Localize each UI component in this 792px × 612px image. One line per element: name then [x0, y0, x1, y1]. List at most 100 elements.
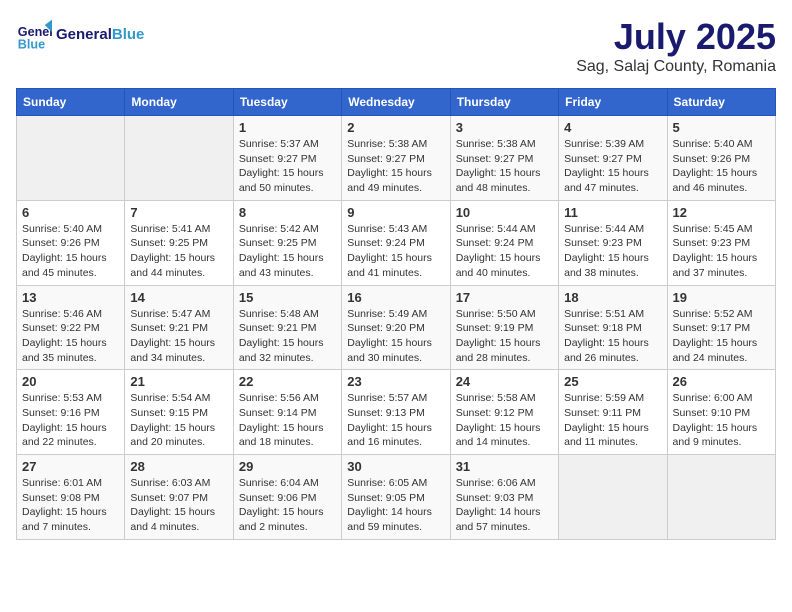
day-cell: 25 Sunrise: 5:59 AM Sunset: 9:11 PM Dayli…: [559, 370, 667, 455]
day-info: Sunrise: 5:41 AM Sunset: 9:25 PM Dayligh…: [130, 222, 227, 281]
header-row: SundayMondayTuesdayWednesdayThursdayFrid…: [17, 89, 776, 116]
day-cell: 23 Sunrise: 5:57 AM Sunset: 9:13 PM Dayli…: [342, 370, 450, 455]
day-number: 12: [673, 205, 770, 220]
day-info: Sunrise: 5:47 AM Sunset: 9:21 PM Dayligh…: [130, 307, 227, 366]
day-info: Sunrise: 5:37 AM Sunset: 9:27 PM Dayligh…: [239, 137, 336, 196]
day-cell: 19 Sunrise: 5:52 AM Sunset: 9:17 PM Dayli…: [667, 285, 775, 370]
day-cell: 24 Sunrise: 5:58 AM Sunset: 9:12 PM Dayli…: [450, 370, 558, 455]
day-cell: 21Sunrise: 5:54 AM Sunset: 9:15 PM Dayli…: [125, 370, 233, 455]
week-row-2: 6Sunrise: 5:40 AM Sunset: 9:26 PM Daylig…: [17, 200, 776, 285]
day-info: Sunrise: 5:38 AM Sunset: 9:27 PM Dayligh…: [347, 137, 444, 196]
day-number: 16: [347, 290, 444, 305]
day-number: 18: [564, 290, 661, 305]
day-info: Sunrise: 5:56 AM Sunset: 9:14 PM Dayligh…: [239, 391, 336, 450]
day-cell: 4 Sunrise: 5:39 AM Sunset: 9:27 PM Daylig…: [559, 116, 667, 201]
day-cell: 30 Sunrise: 6:05 AM Sunset: 9:05 PM Dayli…: [342, 455, 450, 540]
day-cell: 15Sunrise: 5:48 AM Sunset: 9:21 PM Dayli…: [233, 285, 341, 370]
day-info: Sunrise: 5:54 AM Sunset: 9:15 PM Dayligh…: [130, 391, 227, 450]
day-info: Sunrise: 5:57 AM Sunset: 9:13 PM Dayligh…: [347, 391, 444, 450]
day-info: Sunrise: 6:04 AM Sunset: 9:06 PM Dayligh…: [239, 476, 336, 535]
day-cell: 3Sunrise: 5:38 AM Sunset: 9:27 PM Daylig…: [450, 116, 558, 201]
header-cell-tuesday: Tuesday: [233, 89, 341, 116]
day-number: 11: [564, 205, 661, 220]
calendar-table: SundayMondayTuesdayWednesdayThursdayFrid…: [16, 88, 776, 540]
day-cell: [17, 116, 125, 201]
day-number: 26: [673, 374, 770, 389]
day-number: 6: [22, 205, 119, 220]
day-number: 29: [239, 459, 336, 474]
week-row-4: 20 Sunrise: 5:53 AM Sunset: 9:16 PM Dayli…: [17, 370, 776, 455]
day-cell: 9Sunrise: 5:43 AM Sunset: 9:24 PM Daylig…: [342, 200, 450, 285]
day-number: 17: [456, 290, 553, 305]
day-cell: 13Sunrise: 5:46 AM Sunset: 9:22 PM Dayli…: [17, 285, 125, 370]
day-info: Sunrise: 5:59 AM Sunset: 9:11 PM Dayligh…: [564, 391, 661, 450]
day-info: Sunrise: 5:40 AM Sunset: 9:26 PM Dayligh…: [673, 137, 770, 196]
day-cell: 22 Sunrise: 5:56 AM Sunset: 9:14 PM Dayli…: [233, 370, 341, 455]
day-cell: 5Sunrise: 5:40 AM Sunset: 9:26 PM Daylig…: [667, 116, 775, 201]
header-cell-saturday: Saturday: [667, 89, 775, 116]
logo-icon: General Blue: [16, 16, 52, 52]
day-cell: 29 Sunrise: 6:04 AM Sunset: 9:06 PM Dayli…: [233, 455, 341, 540]
day-cell: 31Sunrise: 6:06 AM Sunset: 9:03 PM Dayli…: [450, 455, 558, 540]
logo: General Blue GeneralBlue: [16, 16, 144, 52]
day-number: 1: [239, 120, 336, 135]
week-row-5: 27Sunrise: 6:01 AM Sunset: 9:08 PM Dayli…: [17, 455, 776, 540]
day-cell: 2 Sunrise: 5:38 AM Sunset: 9:27 PM Daylig…: [342, 116, 450, 201]
day-number: 27: [22, 459, 119, 474]
main-title: July 2025: [576, 16, 776, 58]
day-info: Sunrise: 5:39 AM Sunset: 9:27 PM Dayligh…: [564, 137, 661, 196]
day-cell: 27Sunrise: 6:01 AM Sunset: 9:08 PM Dayli…: [17, 455, 125, 540]
day-number: 8: [239, 205, 336, 220]
day-info: Sunrise: 5:49 AM Sunset: 9:20 PM Dayligh…: [347, 307, 444, 366]
page-header: General Blue GeneralBlue July 2025 Sag, …: [16, 16, 776, 76]
header-cell-monday: Monday: [125, 89, 233, 116]
svg-text:Blue: Blue: [18, 37, 45, 51]
day-cell: 1 Sunrise: 5:37 AM Sunset: 9:27 PM Daylig…: [233, 116, 341, 201]
day-number: 19: [673, 290, 770, 305]
day-number: 4: [564, 120, 661, 135]
day-cell: [559, 455, 667, 540]
day-cell: [125, 116, 233, 201]
day-cell: 11Sunrise: 5:44 AM Sunset: 9:23 PM Dayli…: [559, 200, 667, 285]
day-info: Sunrise: 6:05 AM Sunset: 9:05 PM Dayligh…: [347, 476, 444, 535]
day-cell: 17 Sunrise: 5:50 AM Sunset: 9:19 PM Dayli…: [450, 285, 558, 370]
day-number: 23: [347, 374, 444, 389]
day-cell: 20 Sunrise: 5:53 AM Sunset: 9:16 PM Dayli…: [17, 370, 125, 455]
day-info: Sunrise: 5:38 AM Sunset: 9:27 PM Dayligh…: [456, 137, 553, 196]
day-info: Sunrise: 6:00 AM Sunset: 9:10 PM Dayligh…: [673, 391, 770, 450]
day-info: Sunrise: 6:06 AM Sunset: 9:03 PM Dayligh…: [456, 476, 553, 535]
day-number: 7: [130, 205, 227, 220]
day-info: Sunrise: 5:48 AM Sunset: 9:21 PM Dayligh…: [239, 307, 336, 366]
day-cell: [667, 455, 775, 540]
day-info: Sunrise: 5:45 AM Sunset: 9:23 PM Dayligh…: [673, 222, 770, 281]
day-cell: 7 Sunrise: 5:41 AM Sunset: 9:25 PM Daylig…: [125, 200, 233, 285]
day-number: 10: [456, 205, 553, 220]
header-cell-wednesday: Wednesday: [342, 89, 450, 116]
day-number: 20: [22, 374, 119, 389]
calendar-body: 1 Sunrise: 5:37 AM Sunset: 9:27 PM Daylig…: [17, 116, 776, 540]
day-number: 28: [130, 459, 227, 474]
day-number: 24: [456, 374, 553, 389]
day-number: 30: [347, 459, 444, 474]
day-number: 22: [239, 374, 336, 389]
day-info: Sunrise: 5:42 AM Sunset: 9:25 PM Dayligh…: [239, 222, 336, 281]
day-cell: 12 Sunrise: 5:45 AM Sunset: 9:23 PM Dayli…: [667, 200, 775, 285]
day-info: Sunrise: 5:53 AM Sunset: 9:16 PM Dayligh…: [22, 391, 119, 450]
title-block: July 2025 Sag, Salaj County, Romania: [576, 16, 776, 76]
day-number: 25: [564, 374, 661, 389]
day-cell: 18 Sunrise: 5:51 AM Sunset: 9:18 PM Dayli…: [559, 285, 667, 370]
logo-text: GeneralBlue: [56, 26, 144, 43]
day-info: Sunrise: 6:03 AM Sunset: 9:07 PM Dayligh…: [130, 476, 227, 535]
day-cell: 26 Sunrise: 6:00 AM Sunset: 9:10 PM Dayli…: [667, 370, 775, 455]
day-info: Sunrise: 5:51 AM Sunset: 9:18 PM Dayligh…: [564, 307, 661, 366]
day-number: 2: [347, 120, 444, 135]
week-row-1: 1 Sunrise: 5:37 AM Sunset: 9:27 PM Daylig…: [17, 116, 776, 201]
header-cell-sunday: Sunday: [17, 89, 125, 116]
day-info: Sunrise: 5:50 AM Sunset: 9:19 PM Dayligh…: [456, 307, 553, 366]
day-number: 9: [347, 205, 444, 220]
day-cell: 8 Sunrise: 5:42 AM Sunset: 9:25 PM Daylig…: [233, 200, 341, 285]
day-info: Sunrise: 5:58 AM Sunset: 9:12 PM Dayligh…: [456, 391, 553, 450]
calendar-header: SundayMondayTuesdayWednesdayThursdayFrid…: [17, 89, 776, 116]
day-cell: 6Sunrise: 5:40 AM Sunset: 9:26 PM Daylig…: [17, 200, 125, 285]
day-info: Sunrise: 5:52 AM Sunset: 9:17 PM Dayligh…: [673, 307, 770, 366]
